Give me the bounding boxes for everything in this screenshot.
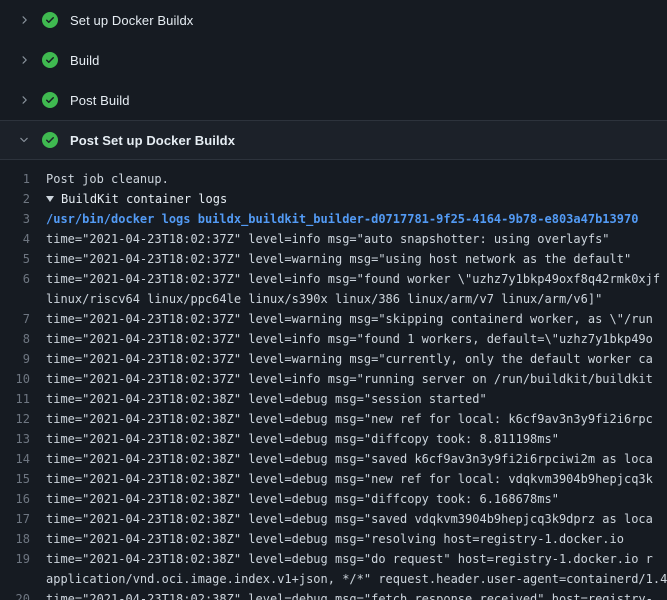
log-line-number[interactable]: 8 [0, 329, 46, 349]
step-label: Post Build [70, 93, 130, 108]
log-line-text: time="2021-04-23T18:02:38Z" level=debug … [46, 389, 667, 409]
log-line: 18time="2021-04-23T18:02:38Z" level=debu… [0, 529, 667, 549]
log-line-text: time="2021-04-23T18:02:38Z" level=debug … [46, 549, 667, 569]
log-line: 19time="2021-04-23T18:02:38Z" level=debu… [0, 549, 667, 569]
log-line: 6time="2021-04-23T18:02:37Z" level=info … [0, 269, 667, 289]
step-header-build[interactable]: Build [0, 40, 667, 80]
log-group-label: BuildKit container logs [61, 189, 227, 209]
log-line-number[interactable]: 4 [0, 229, 46, 249]
log-line-text: time="2021-04-23T18:02:37Z" level=warnin… [46, 249, 667, 269]
log-line: 8time="2021-04-23T18:02:37Z" level=info … [0, 329, 667, 349]
log-line-text: Post job cleanup. [46, 169, 667, 189]
log-line: 11time="2021-04-23T18:02:38Z" level=debu… [0, 389, 667, 409]
log-line-number[interactable]: 2 [0, 189, 46, 209]
log-line: 15time="2021-04-23T18:02:38Z" level=debu… [0, 469, 667, 489]
log-line-number[interactable]: 11 [0, 389, 46, 409]
log-line-text: time="2021-04-23T18:02:38Z" level=debug … [46, 509, 667, 529]
log-line-text: time="2021-04-23T18:02:37Z" level=warnin… [46, 349, 667, 369]
check-circle-icon [42, 52, 58, 68]
log-line-text: time="2021-04-23T18:02:38Z" level=debug … [46, 529, 667, 549]
log-line-number[interactable]: 16 [0, 489, 46, 509]
log-line-text: time="2021-04-23T18:02:38Z" level=debug … [46, 589, 667, 600]
log-line-text: time="2021-04-23T18:02:38Z" level=debug … [46, 449, 667, 469]
log-line-number [0, 569, 46, 589]
log-line: 16time="2021-04-23T18:02:38Z" level=debu… [0, 489, 667, 509]
log-line-number[interactable]: 6 [0, 269, 46, 289]
log-panel: 1Post job cleanup.2 BuildKit container lo… [0, 160, 667, 600]
log-group-toggle[interactable]: BuildKit container logs [46, 189, 667, 209]
log-line: 13time="2021-04-23T18:02:38Z" level=debu… [0, 429, 667, 449]
log-line-text: linux/riscv64 linux/ppc64le linux/s390x … [46, 289, 667, 309]
log-command-text: /usr/bin/docker logs buildx_buildkit_bui… [46, 209, 667, 229]
log-line: application/vnd.oci.image.index.v1+json,… [0, 569, 667, 589]
log-line-number[interactable]: 12 [0, 409, 46, 429]
log-line-number[interactable]: 5 [0, 249, 46, 269]
log-line-number[interactable]: 14 [0, 449, 46, 469]
log-line: 12time="2021-04-23T18:02:38Z" level=debu… [0, 409, 667, 429]
log-line-text: time="2021-04-23T18:02:38Z" level=debug … [46, 469, 667, 489]
check-circle-icon [42, 132, 58, 148]
step-header-post-build[interactable]: Post Build [0, 80, 667, 120]
log-line: 10time="2021-04-23T18:02:37Z" level=info… [0, 369, 667, 389]
chevron-down-icon[interactable] [16, 132, 32, 148]
log-line: 14time="2021-04-23T18:02:38Z" level=debu… [0, 449, 667, 469]
log-line-number[interactable]: 15 [0, 469, 46, 489]
log-line-number [0, 289, 46, 309]
log-line-text: time="2021-04-23T18:02:38Z" level=debug … [46, 409, 667, 429]
log-line-text: time="2021-04-23T18:02:37Z" level=info m… [46, 229, 667, 249]
log-line-text: application/vnd.oci.image.index.v1+json,… [46, 569, 667, 589]
chevron-right-icon[interactable] [16, 92, 32, 108]
check-circle-icon [42, 92, 58, 108]
log-line-text: time="2021-04-23T18:02:38Z" level=debug … [46, 429, 667, 449]
log-line-number[interactable]: 1 [0, 169, 46, 189]
check-circle-icon [42, 12, 58, 28]
log-line-text: time="2021-04-23T18:02:37Z" level=info m… [46, 269, 667, 289]
triangle-down-icon [46, 196, 54, 202]
log-line-text: time="2021-04-23T18:02:37Z" level=warnin… [46, 309, 667, 329]
log-line-text: time="2021-04-23T18:02:38Z" level=debug … [46, 489, 667, 509]
log-line: 9time="2021-04-23T18:02:37Z" level=warni… [0, 349, 667, 369]
log-line: 17time="2021-04-23T18:02:38Z" level=debu… [0, 509, 667, 529]
step-label: Set up Docker Buildx [70, 13, 193, 28]
actions-log-viewer: Set up Docker Buildx Build Post Build Post … [0, 0, 667, 600]
log-line: 20time="2021-04-23T18:02:38Z" level=debu… [0, 589, 667, 600]
log-line-number[interactable]: 18 [0, 529, 46, 549]
log-line-text: time="2021-04-23T18:02:37Z" level=info m… [46, 329, 667, 349]
log-line-number[interactable]: 17 [0, 509, 46, 529]
log-line-number[interactable]: 13 [0, 429, 46, 449]
log-line-text: time="2021-04-23T18:02:37Z" level=info m… [46, 369, 667, 389]
step-header-set-up-docker-buildx[interactable]: Set up Docker Buildx [0, 0, 667, 40]
log-line-number[interactable]: 10 [0, 369, 46, 389]
steps-list: Set up Docker Buildx Build Post Build Post … [0, 0, 667, 160]
log-line: 1Post job cleanup. [0, 169, 667, 189]
log-line: 3/usr/bin/docker logs buildx_buildkit_bu… [0, 209, 667, 229]
log-line-number[interactable]: 20 [0, 589, 46, 600]
chevron-right-icon[interactable] [16, 52, 32, 68]
step-label: Post Set up Docker Buildx [70, 133, 235, 148]
log-line: 2 BuildKit container logs [0, 189, 667, 209]
log-line-number[interactable]: 3 [0, 209, 46, 229]
chevron-right-icon[interactable] [16, 12, 32, 28]
log-line: linux/riscv64 linux/ppc64le linux/s390x … [0, 289, 667, 309]
step-label: Build [70, 53, 99, 68]
log-line: 4time="2021-04-23T18:02:37Z" level=info … [0, 229, 667, 249]
log-line-number[interactable]: 9 [0, 349, 46, 369]
log-line-number[interactable]: 19 [0, 549, 46, 569]
log-line-number[interactable]: 7 [0, 309, 46, 329]
step-header-post-set-up-docker-buildx[interactable]: Post Set up Docker Buildx [0, 120, 667, 160]
log-line: 5time="2021-04-23T18:02:37Z" level=warni… [0, 249, 667, 269]
log-line: 7time="2021-04-23T18:02:37Z" level=warni… [0, 309, 667, 329]
